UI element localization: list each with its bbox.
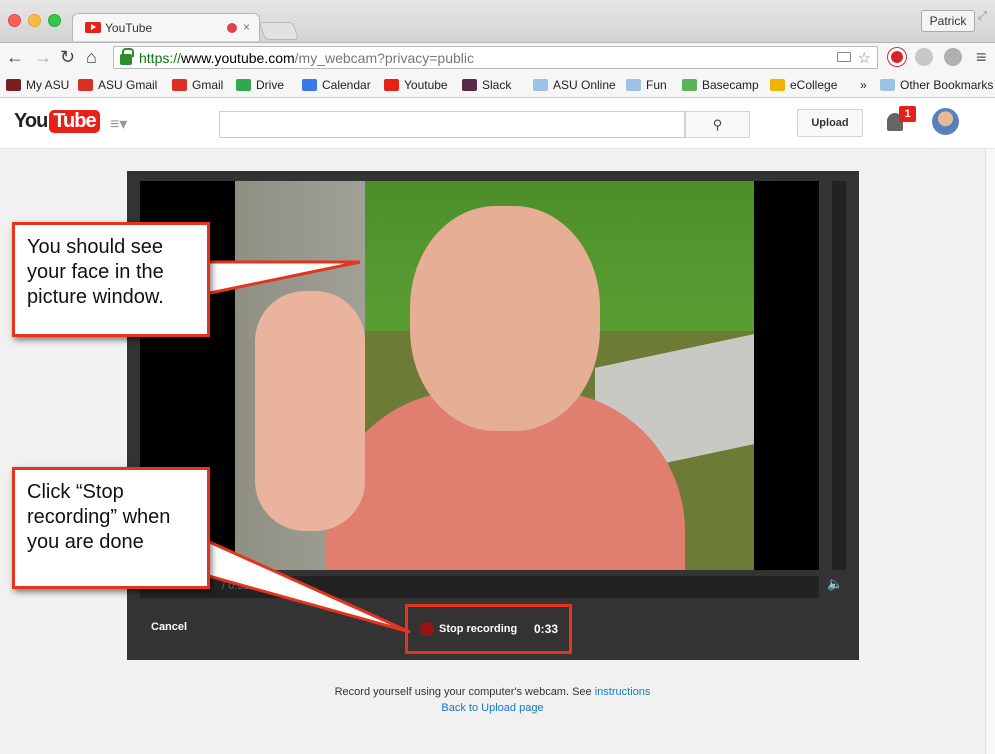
- search-icon: ⚲: [712, 117, 723, 132]
- record-dot-icon[interactable]: [420, 622, 434, 636]
- webcam-preview: [140, 181, 819, 570]
- folder-icon: [533, 79, 548, 91]
- notification-badge: 1: [899, 106, 916, 122]
- bookmark-item[interactable]: ASU Online: [533, 78, 616, 92]
- logo-you: You: [14, 110, 48, 132]
- guide-menu-icon[interactable]: ≡▾: [110, 114, 127, 134]
- download-extension-icon[interactable]: [915, 48, 933, 66]
- new-tab-button[interactable]: [258, 22, 300, 40]
- cancel-button[interactable]: Cancel: [151, 621, 187, 633]
- bookmark-item[interactable]: ASU Gmail: [78, 78, 157, 92]
- youtube-page: You Tube ≡▾ ⚲ Upload 1 / 0:33 🔈 Cancel S…: [0, 98, 995, 754]
- footer-text: Record yourself using your computer's we…: [334, 686, 592, 698]
- bookmark-label: Calendar: [322, 78, 371, 92]
- bookmark-star-icon[interactable]: ☆: [858, 49, 871, 67]
- bookmark-item[interactable]: Gmail: [172, 78, 223, 92]
- bookmark-item[interactable]: Calendar: [302, 78, 371, 92]
- zoom-window-button[interactable]: [48, 14, 61, 27]
- webcam-frame: [235, 181, 754, 570]
- profile-button[interactable]: Patrick: [921, 10, 975, 32]
- bookmarks-bar: My ASU ASU Gmail Gmail Drive Calendar Youtube…: [0, 72, 995, 98]
- recording-progress-bar: / 0:33: [140, 576, 819, 598]
- search-input[interactable]: [219, 111, 685, 138]
- bookmark-label: Drive: [256, 78, 285, 92]
- browser-tab-youtube[interactable]: YouTube ×: [72, 13, 260, 41]
- browser-toolbar: ← → ↻ ⌂ https://www.youtube.com/my_webca…: [0, 42, 995, 72]
- bookmark-label: eCollege: [790, 78, 838, 92]
- time-display: / 0:33: [222, 580, 250, 592]
- camera-permission-icon[interactable]: [837, 52, 851, 62]
- bookmark-item[interactable]: Fun: [626, 78, 667, 92]
- bookmarks-overflow-chevron[interactable]: »: [860, 78, 867, 92]
- tab-title: YouTube: [105, 20, 153, 35]
- bookmark-label: Basecamp: [702, 78, 759, 92]
- back-to-upload-link[interactable]: Back to Upload page: [441, 702, 543, 714]
- menu-icon[interactable]: ≡: [976, 47, 987, 68]
- settings-extension-icon[interactable]: [944, 48, 962, 66]
- fullscreen-icon[interactable]: ⤢: [978, 10, 987, 23]
- bookmark-label: My ASU: [26, 78, 70, 92]
- stop-recording-button[interactable]: Stop recording: [439, 623, 517, 635]
- recording-indicator-icon: [227, 23, 237, 33]
- bookmark-item[interactable]: Youtube: [384, 78, 448, 92]
- lock-icon: [120, 48, 134, 65]
- other-bookmarks-folder[interactable]: Other Bookmarks: [880, 78, 993, 92]
- bookmark-label: Gmail: [192, 78, 224, 92]
- reload-icon[interactable]: ↻: [60, 46, 75, 68]
- folder-icon: [626, 79, 641, 91]
- minimize-window-button[interactable]: [28, 14, 41, 27]
- url-scheme: https://: [139, 49, 182, 66]
- thumbs-up-hand: [255, 291, 365, 531]
- bookmark-label: Youtube: [404, 78, 448, 92]
- bookmark-item[interactable]: Drive: [236, 78, 284, 92]
- volume-icon[interactable]: 🔈: [827, 576, 843, 592]
- webcam-recorder: / 0:33 🔈 Cancel Stop recording 0:33: [127, 171, 859, 660]
- close-window-button[interactable]: [8, 14, 21, 27]
- bookmark-item[interactable]: eCollege: [770, 78, 837, 92]
- browser-tab-strip: YouTube × Patrick ⤢: [0, 0, 995, 42]
- elapsed-time: 0:33: [534, 622, 559, 636]
- gmail-icon: [172, 79, 187, 91]
- url-path: /my_webcam?privacy=public: [294, 49, 474, 66]
- drive-icon: [236, 79, 251, 91]
- slack-icon: [462, 79, 477, 91]
- bookmark-label: Fun: [646, 78, 667, 92]
- stop-recording-highlight: Stop recording 0:33: [405, 604, 572, 654]
- adblock-extension-icon[interactable]: [888, 48, 906, 66]
- upload-button[interactable]: Upload: [797, 109, 863, 137]
- bookmark-label: ASU Online: [553, 78, 616, 92]
- asu-icon: [6, 79, 21, 91]
- person-face: [410, 206, 600, 431]
- other-bookmarks-label: Other Bookmarks: [900, 78, 994, 92]
- callout-face: You should see your face in the picture …: [12, 222, 210, 337]
- youtube-favicon-icon: [85, 22, 101, 33]
- bookmark-label: Slack: [482, 78, 512, 92]
- basecamp-icon: [682, 79, 697, 91]
- youtube-logo[interactable]: You Tube: [14, 110, 100, 133]
- ecollege-icon: [770, 79, 785, 91]
- page-scrollbar[interactable]: [985, 149, 995, 754]
- gmail-icon: [78, 79, 93, 91]
- calendar-icon: [302, 79, 317, 91]
- bookmark-item[interactable]: Slack: [462, 78, 511, 92]
- bookmark-item[interactable]: Basecamp: [682, 78, 759, 92]
- logo-tube: Tube: [49, 110, 100, 133]
- url-host: www.youtube.com: [181, 49, 295, 66]
- forward-arrow-icon[interactable]: →: [34, 46, 52, 68]
- home-icon[interactable]: ⌂: [86, 46, 97, 68]
- address-bar[interactable]: https://www.youtube.com/my_webcam?privac…: [113, 46, 878, 69]
- page-footer: Record yourself using your computer's we…: [0, 684, 985, 716]
- youtube-icon: [384, 79, 399, 91]
- bookmark-label: ASU Gmail: [98, 78, 158, 92]
- tab-close-button[interactable]: ×: [243, 20, 250, 34]
- back-arrow-icon[interactable]: ←: [6, 46, 24, 68]
- callout-stop: Click “Stop recording” when you are done: [12, 467, 210, 589]
- preview-side-panel: [832, 181, 846, 570]
- search-button[interactable]: ⚲: [685, 111, 750, 138]
- bookmark-item[interactable]: My ASU: [6, 78, 69, 92]
- folder-icon: [880, 79, 895, 91]
- youtube-header: You Tube ≡▾ ⚲ Upload 1: [0, 98, 995, 149]
- avatar[interactable]: [932, 108, 959, 135]
- instructions-link[interactable]: instructions: [595, 686, 651, 698]
